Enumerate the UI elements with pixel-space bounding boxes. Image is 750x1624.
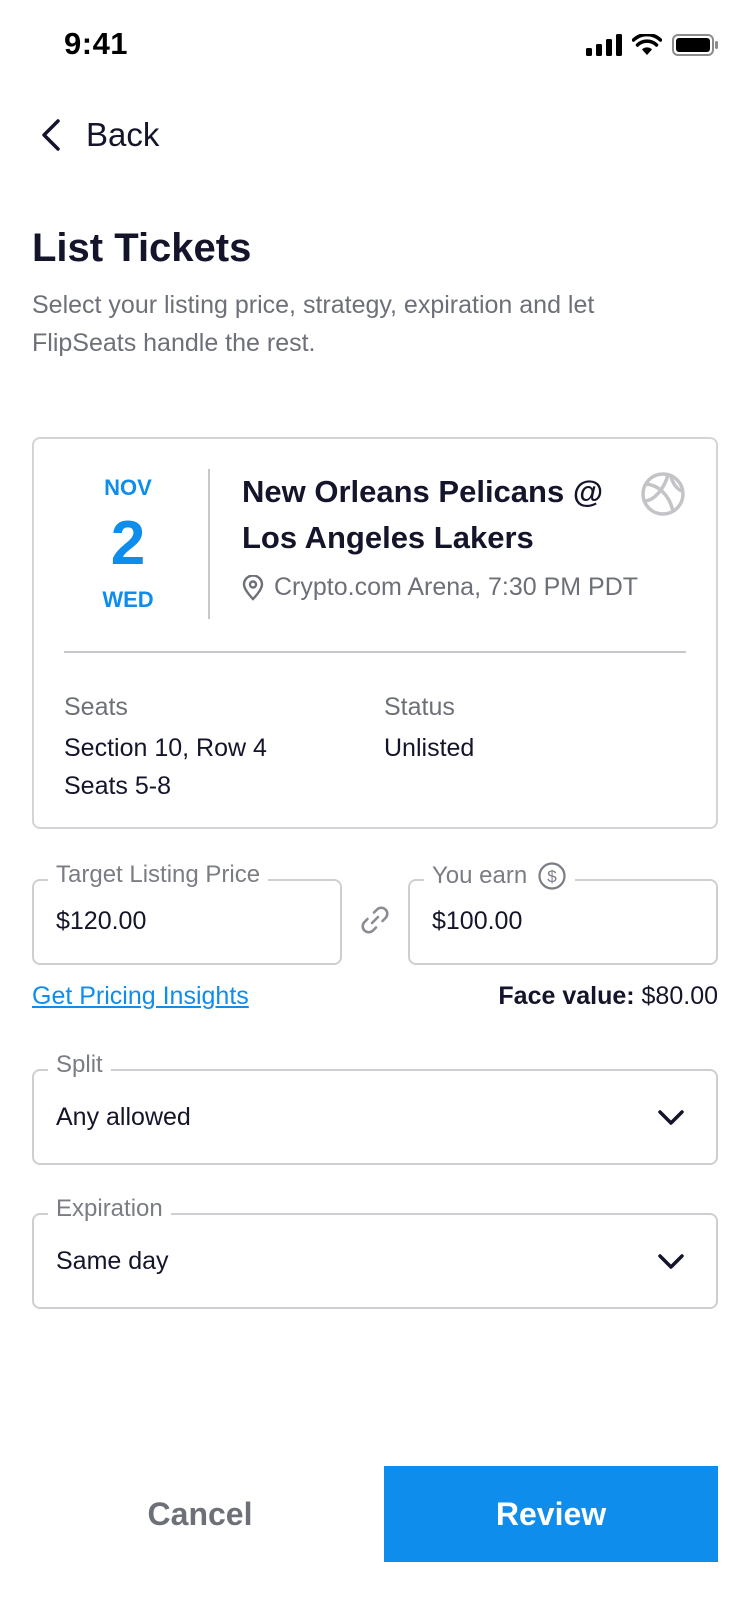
- expiration-label: Expiration: [48, 1195, 171, 1223]
- status-value: Unlisted: [384, 734, 475, 762]
- date-divider: [208, 469, 210, 619]
- split-select[interactable]: Split Any allowed: [32, 1051, 718, 1165]
- face-value-amount: $80.00: [641, 982, 718, 1010]
- target-price-label: Target Listing Price: [48, 861, 269, 889]
- event-venue: Crypto.com Arena, 7:30 PM PDT: [242, 573, 638, 602]
- face-value: Face value: $80.00: [498, 982, 718, 1011]
- seats-value: Section 10, Row 4 Seats 5-8: [64, 729, 267, 805]
- event-weekday: WED: [102, 587, 154, 612]
- target-price-input[interactable]: $120.00: [56, 907, 146, 936]
- seats-section-row: Section 10, Row 4: [64, 734, 267, 762]
- card-divider: [64, 651, 686, 653]
- event-day: 2: [110, 509, 146, 578]
- dollar-info-icon[interactable]: $: [537, 861, 567, 891]
- earn-field[interactable]: You earn $ $100.00: [408, 861, 718, 965]
- expiration-value: Same day: [56, 1247, 169, 1275]
- seats-numbers: Seats 5-8: [64, 772, 172, 800]
- status-label: Status: [384, 693, 455, 721]
- status-icons: [586, 30, 718, 60]
- basketball-icon: [641, 472, 685, 516]
- seats-label: Seats: [64, 693, 128, 721]
- earn-label: You earn: [432, 862, 528, 889]
- page-subtitle: Select your listing price, strategy, exp…: [32, 291, 595, 357]
- earn-input[interactable]: $100.00: [432, 907, 522, 936]
- wifi-icon: [632, 34, 662, 55]
- chevron-down-icon: [658, 1110, 684, 1125]
- pricing-insights-link[interactable]: Get Pricing Insights: [32, 982, 249, 1011]
- link-icon[interactable]: [359, 904, 391, 936]
- split-label: Split: [48, 1051, 111, 1079]
- event-month: NOV: [104, 475, 152, 500]
- back-button[interactable]: Back: [36, 116, 159, 154]
- status-time: 9:41: [64, 26, 129, 61]
- back-label: Back: [86, 116, 160, 153]
- battery-icon: [672, 34, 718, 56]
- venue-text: Crypto.com Arena, 7:30 PM PDT: [274, 573, 639, 601]
- event-card: NOV 2 WED New Orleans Pelicans @ Los Ang…: [32, 437, 718, 829]
- cancel-button[interactable]: Cancel: [32, 1466, 368, 1562]
- svg-text:$: $: [547, 867, 557, 886]
- target-price-field[interactable]: Target Listing Price $120.00: [32, 861, 342, 965]
- split-value: Any allowed: [56, 1103, 191, 1131]
- chevron-down-icon: [658, 1254, 684, 1269]
- face-value-label: Face value:: [498, 982, 635, 1010]
- signal-icon: [586, 34, 622, 56]
- chevron-left-icon: [42, 119, 60, 151]
- earn-label-wrap: You earn $: [424, 861, 576, 891]
- review-button[interactable]: Review: [384, 1466, 718, 1562]
- expiration-select[interactable]: Expiration Same day: [32, 1195, 718, 1309]
- page-title: List Tickets: [32, 226, 252, 270]
- event-title: New Orleans Pelicans @ Los Angeles Laker…: [242, 474, 604, 555]
- location-pin-icon: [242, 574, 264, 601]
